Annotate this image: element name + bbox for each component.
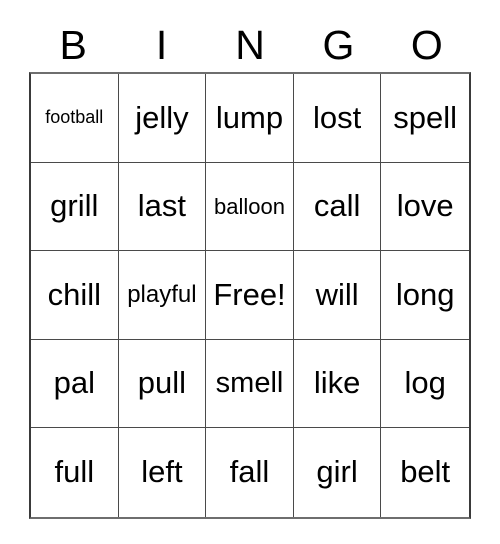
bingo-cell-label: lump [215, 99, 284, 135]
bingo-header-letter-n: N [235, 21, 265, 68]
bingo-cell-label: smell [215, 367, 284, 400]
bingo-cell-label: jelly [135, 99, 189, 135]
bingo-cell-label: fall [229, 454, 270, 490]
bingo-cell-r4-c1[interactable]: pal [31, 339, 119, 429]
bingo-header-letter-g: G [322, 21, 355, 68]
bingo-cell-label: long [395, 276, 455, 312]
bingo-card: B I N G O football jelly lump lost spell gril… [29, 18, 471, 519]
bingo-cell-r5-c5[interactable]: belt [381, 428, 469, 517]
bingo-cell-r5-c3[interactable]: fall [206, 428, 294, 517]
bingo-cell-label: spell [393, 99, 458, 135]
bingo-header-letter-i: I [155, 21, 168, 68]
bingo-cell-r4-c2[interactable]: pull [118, 339, 207, 429]
bingo-cell-label: left [141, 454, 183, 490]
bingo-cell-label: playful [127, 281, 197, 309]
bingo-header-letter-o: O [410, 21, 443, 68]
bingo-cell-label: will [315, 276, 359, 312]
bingo-cell-r2-c5[interactable]: love [381, 162, 469, 252]
bingo-cell-label: like [313, 365, 361, 401]
bingo-cell-label: belt [400, 454, 451, 490]
bingo-cell-label: last [137, 188, 187, 224]
bingo-cell-label: lost [312, 99, 362, 135]
bingo-cell-r2-c1[interactable]: grill [31, 162, 119, 252]
bingo-cell-r1-c2[interactable]: jelly [118, 74, 207, 163]
bingo-cell-label: grill [50, 188, 99, 224]
bingo-cell-r4-c5[interactable]: log [381, 339, 469, 429]
bingo-cell-r3-c5[interactable]: long [381, 251, 469, 340]
bingo-cell-r2-c3[interactable]: balloon [206, 162, 294, 252]
bingo-cell-label: pull [137, 365, 187, 401]
bingo-cell-label: girl [316, 454, 358, 490]
bingo-cell-r5-c2[interactable]: left [118, 428, 207, 517]
bingo-cell-r1-c5[interactable]: spell [381, 74, 469, 163]
bingo-cell-label: call [313, 188, 361, 224]
bingo-cell-label: love [396, 188, 454, 224]
bingo-cell-r2-c4[interactable]: call [293, 162, 382, 252]
bingo-header-row: B I N G O [29, 18, 471, 72]
bingo-cell-r3-c1[interactable]: chill [31, 251, 119, 340]
bingo-cell-label: pal [53, 365, 95, 401]
bingo-cell-label: Free! [213, 276, 286, 312]
bingo-header-letter-b: B [59, 21, 87, 68]
bingo-cell-label: chill [47, 276, 101, 312]
bingo-cell-label: balloon [214, 193, 285, 219]
bingo-free-space-cell[interactable]: Free! [206, 251, 294, 340]
bingo-cell-r3-c2[interactable]: playful [118, 251, 207, 340]
bingo-cell-r2-c2[interactable]: last [118, 162, 207, 252]
bingo-cell-label: football [45, 107, 104, 128]
bingo-cell-r1-c4[interactable]: lost [293, 74, 382, 163]
bingo-cell-r3-c4[interactable]: will [293, 251, 382, 340]
bingo-cell-r4-c3[interactable]: smell [206, 339, 294, 429]
bingo-cell-label: full [54, 454, 95, 490]
bingo-cell-r4-c4[interactable]: like [293, 339, 382, 429]
bingo-cell-r5-c1[interactable]: full [31, 428, 119, 517]
bingo-cell-label: log [404, 365, 446, 401]
bingo-cell-r5-c4[interactable]: girl [293, 428, 382, 517]
bingo-cell-r1-c1[interactable]: football [31, 74, 119, 163]
bingo-grid: football jelly lump lost spell grill last ballo… [29, 72, 471, 519]
bingo-cell-r1-c3[interactable]: lump [206, 74, 294, 163]
